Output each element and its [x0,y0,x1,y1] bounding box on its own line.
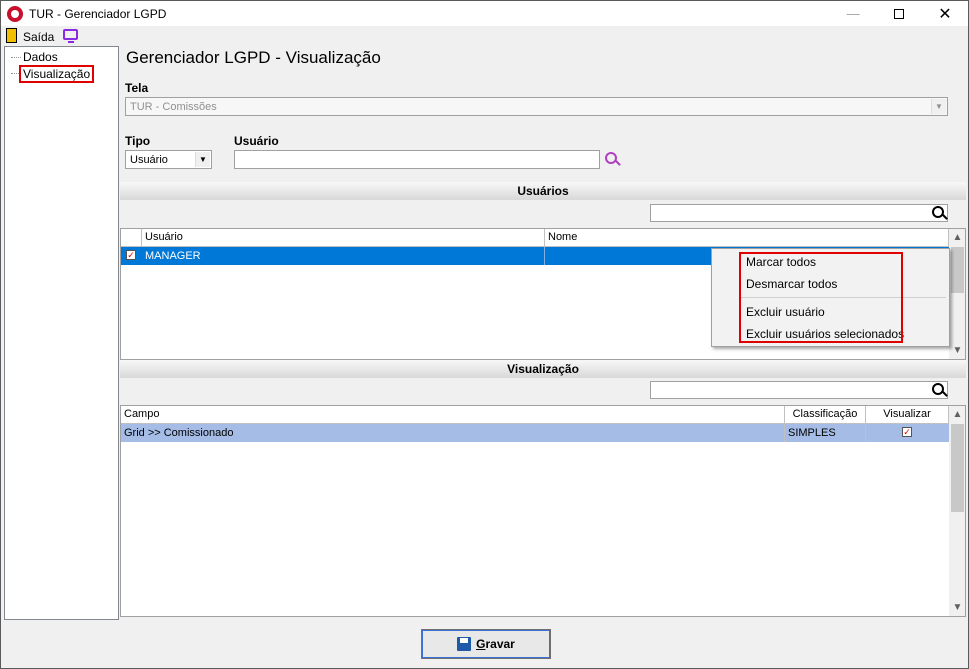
close-button[interactable]: ✕ [922,1,968,26]
exit-menu-item[interactable]: Saída [23,30,54,44]
tipo-select-value: Usuário [130,154,168,166]
floppy-disk-icon [457,637,472,651]
tree-connector [11,57,21,58]
column-header-nome[interactable]: Nome [545,229,949,247]
tree-item-visualizacao[interactable]: Visualização [19,65,95,83]
search-icon[interactable] [932,206,944,218]
navigation-tree: Dados Visualização [4,46,119,620]
scroll-thumb[interactable] [951,247,964,293]
maximize-icon [894,8,904,19]
tipo-select[interactable]: Usuário ▼ [125,150,212,169]
search-icon[interactable] [932,383,944,395]
visualizacao-section-header: Visualização [120,360,966,378]
tela-label: Tela [125,81,149,95]
main-window: TUR - Gerenciador LGPD — ✕ Saída Dados V… [0,0,969,669]
column-header-classificacao[interactable]: Classificação [785,406,866,424]
visualizar-checkbox[interactable]: ✓ [902,427,912,437]
column-header-visualizar[interactable]: Visualizar [866,406,949,424]
row-checkbox[interactable]: ✓ [126,250,136,260]
app-logo-icon [7,6,23,22]
tela-select[interactable]: TUR - Comissões ▼ [125,97,948,116]
scroll-down-icon[interactable]: ▼ [949,599,965,616]
monitor-icon[interactable] [63,29,78,43]
scroll-down-icon[interactable]: ▼ [949,342,965,359]
cell-classificacao: SIMPLES [785,424,866,442]
maximize-button[interactable] [876,1,922,26]
visualizacao-search-input[interactable] [650,381,948,399]
menu-bar: Saída [1,26,968,46]
table-row[interactable]: Grid >> Comissionado SIMPLES ✓ [121,424,949,442]
column-header-usuario[interactable]: Usuário [142,229,545,247]
usuarios-scrollbar[interactable]: ▲ ▼ [949,229,965,359]
chevron-down-icon: ▼ [931,99,946,114]
tree-item-dados[interactable]: Dados [21,50,60,64]
minimize-button[interactable]: — [830,1,876,26]
chevron-down-icon: ▼ [195,152,210,167]
save-button[interactable]: Gravar [421,629,551,659]
search-icon[interactable] [605,152,617,164]
save-button-label: ravar [485,637,515,651]
exit-door-icon[interactable] [6,28,17,43]
save-button-accelerator: G [476,637,486,651]
cell-usuario: MANAGER [142,247,545,265]
page-title: Gerenciador LGPD - Visualização [126,48,381,67]
title-bar: TUR - Gerenciador LGPD — ✕ [1,1,968,26]
grid-header-check [121,229,142,247]
menu-highlight-box [739,252,903,343]
scroll-up-icon[interactable]: ▲ [949,229,965,246]
usuarios-search-input[interactable] [650,204,948,222]
column-header-campo[interactable]: Campo [121,406,785,424]
visualizacao-grid: Campo Classificação Visualizar Grid >> C… [120,405,966,617]
usuario-label: Usuário [234,134,279,148]
scroll-up-icon[interactable]: ▲ [949,406,965,423]
scroll-thumb[interactable] [951,424,964,512]
usuario-input[interactable] [234,150,600,169]
visualizacao-scrollbar[interactable]: ▲ ▼ [949,406,965,616]
tipo-label: Tipo [125,134,151,148]
context-menu: Marcar todos Desmarcar todos Excluir usu… [711,248,950,347]
cell-campo: Grid >> Comissionado [121,424,785,442]
usuarios-section-header: Usuários [120,182,966,200]
tela-select-value: TUR - Comissões [130,101,217,113]
window-title: TUR - Gerenciador LGPD [29,7,167,21]
